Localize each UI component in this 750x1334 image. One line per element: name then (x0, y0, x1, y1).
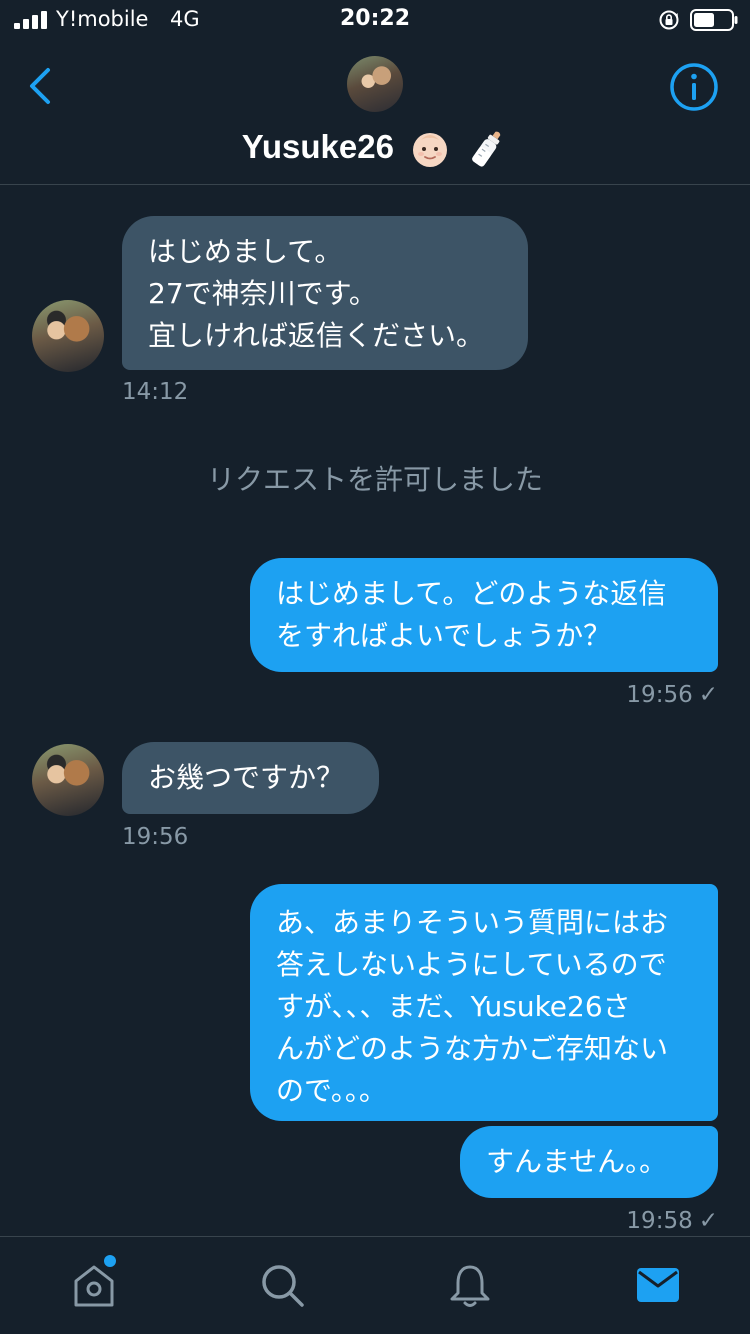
message-timestamp-row: 19:58 ✓ (518, 1208, 718, 1234)
info-icon[interactable] (667, 60, 721, 114)
message-line: すんません。。 (486, 1145, 668, 1178)
conversation-header: Yusuke26 (0, 40, 750, 185)
message-bubble-incoming[interactable]: はじめまして。 27で神奈川です。 宜しければ返信ください。 (122, 216, 528, 370)
home-notification-dot (104, 1255, 116, 1267)
message-bubble-outgoing[interactable]: はじめまして。どのような返信 をすればよいでしょうか？ (250, 558, 718, 672)
conversation-title[interactable]: Yusuke26 (0, 128, 750, 170)
request-accepted-note: リクエストを許可しました (206, 463, 543, 496)
message-line: 答えしないようにしているので (276, 948, 667, 981)
search-icon[interactable] (258, 1261, 306, 1309)
message-line: すが、、、まだ、Yusuke26さ (276, 990, 631, 1023)
message-line: ので。。。 (276, 1074, 387, 1107)
message-timestamp: 19:58 (626, 1208, 693, 1234)
baby-bottle-emoji-icon (472, 131, 501, 167)
message-timestamp: 19:56 (626, 682, 693, 708)
baby-face-emoji-icon (413, 133, 448, 168)
message-line: 宜しければ返信ください。 (148, 319, 485, 352)
sent-check-icon: ✓ (698, 682, 718, 708)
message-line: 27で神奈川です。 (148, 277, 377, 310)
message-line: をすればよいでしょうか？ (276, 619, 612, 652)
message-bubble-incoming[interactable]: お幾つですか？ (122, 742, 379, 814)
rotation-lock-icon (659, 10, 679, 30)
dm-conversation-screen: Y!mobile 4G 20:22 Yusuke26 はじめまして。 27で神奈… (0, 0, 750, 1334)
bell-icon[interactable] (446, 1261, 494, 1309)
message-timestamp-row: 19:56 ✓ (518, 682, 718, 708)
status-bar: Y!mobile 4G 20:22 (0, 0, 750, 40)
status-time: 20:22 (339, 6, 411, 31)
sent-check-icon: ✓ (698, 1208, 718, 1234)
home-icon[interactable] (70, 1261, 118, 1309)
mail-icon[interactable] (634, 1261, 682, 1309)
sender-avatar[interactable] (32, 300, 104, 372)
bottom-tab-bar (0, 1236, 750, 1334)
back-chevron-icon[interactable] (22, 62, 62, 110)
message-bubble-outgoing[interactable]: すんません。。 (460, 1126, 718, 1198)
message-line: はじめまして。 (148, 235, 343, 268)
message-timestamp: 14:12 (122, 379, 189, 405)
user-display-name: Yusuke26 (241, 128, 394, 165)
battery-icon (690, 9, 738, 31)
message-line: お幾つですか？ (148, 761, 345, 794)
message-timestamp: 19:56 (122, 824, 189, 850)
header-avatar[interactable] (347, 56, 403, 112)
sender-avatar[interactable] (32, 744, 104, 816)
message-bubble-outgoing[interactable]: あ、あまりそういう質問にはお 答えしないようにしているので すが、、、まだ、Yu… (250, 884, 718, 1121)
message-line: はじめまして。どのような返信 (276, 577, 667, 610)
message-line: んがどのような方かご存知ない (276, 1032, 669, 1065)
message-line: あ、あまりそういう質問にはお (276, 906, 669, 939)
